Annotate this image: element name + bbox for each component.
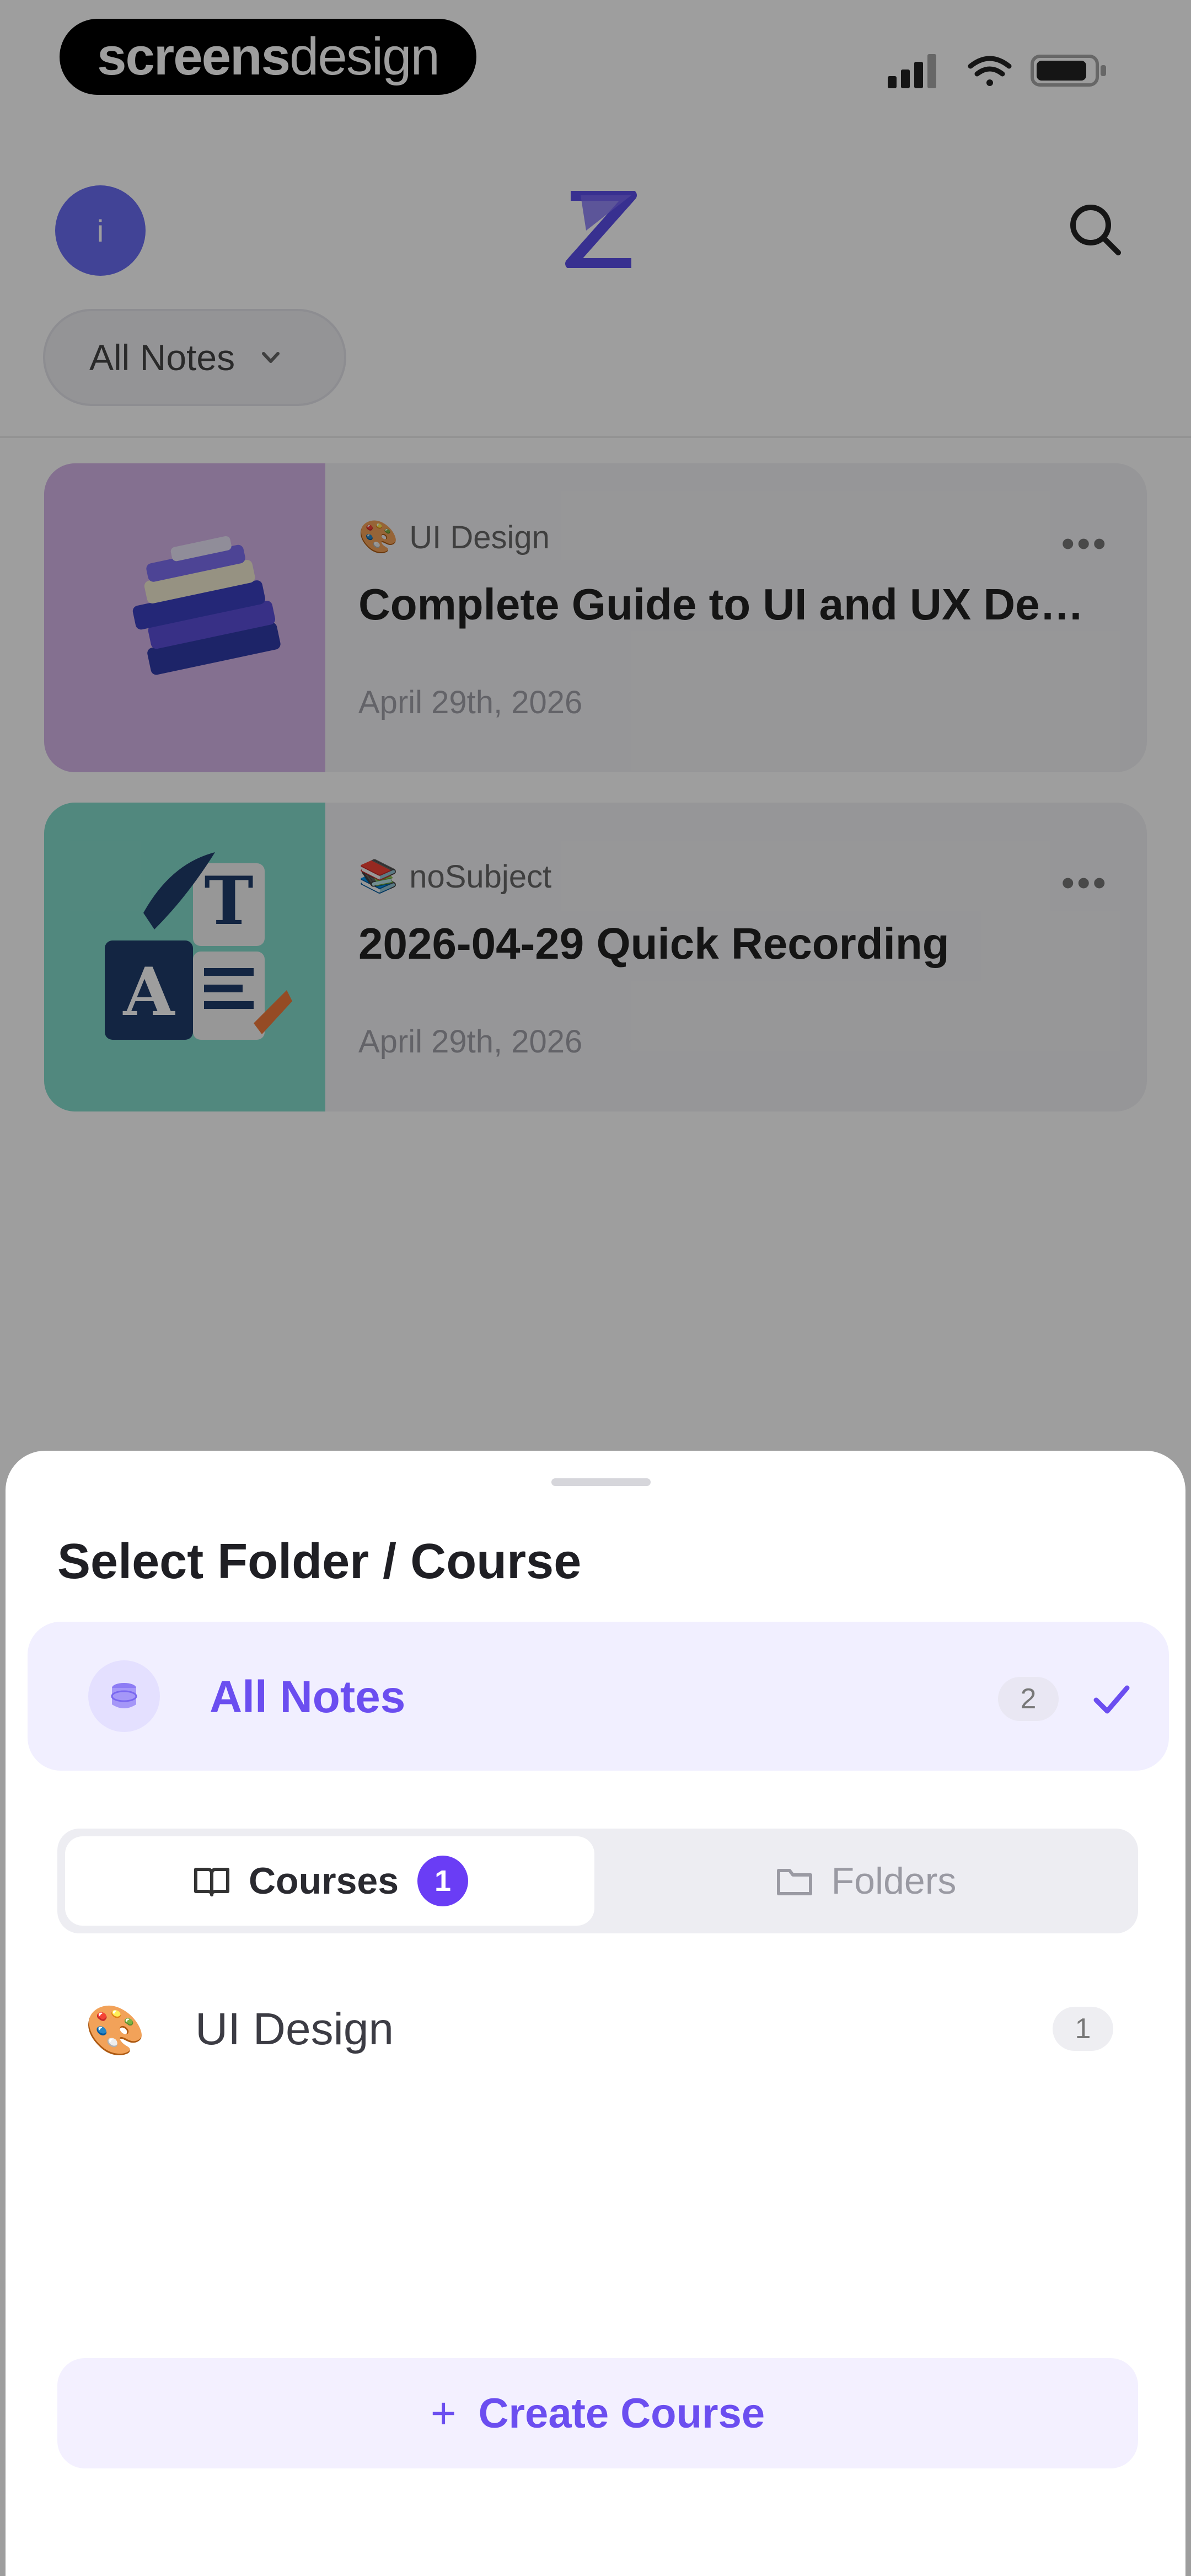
plus-icon: + [430, 2388, 457, 2438]
folder-icon [776, 1869, 812, 1895]
courses-folders-toggle: Courses 1 Folders [57, 1829, 1138, 1933]
all-notes-label: All Notes [210, 1672, 406, 1722]
all-notes-count: 2 [998, 1677, 1059, 1721]
create-course-button[interactable]: + Create Course [57, 2358, 1138, 2468]
all-notes-option[interactable]: All Notes 2 [28, 1622, 1169, 1771]
select-folder-sheet: Select Folder / Course All Notes 2 Cours… [6, 1451, 1185, 2576]
checkmark-icon [1093, 1685, 1130, 1714]
sheet-title: Select Folder / Course [57, 1534, 582, 1589]
create-course-label: Create Course [478, 2390, 765, 2437]
course-label: UI Design [195, 2004, 394, 2054]
course-count: 1 [1053, 2007, 1113, 2051]
sheet-grabber[interactable] [551, 1478, 651, 1486]
tab-courses[interactable]: Courses 1 [65, 1836, 594, 1926]
all-notes-icon [88, 1660, 160, 1732]
course-item[interactable]: 🎨 UI Design 1 [57, 1980, 1138, 2074]
courses-label: Courses [248, 1860, 399, 1902]
open-book-icon [194, 1868, 229, 1896]
course-emoji: 🎨 [85, 2003, 146, 2057]
folders-label: Folders [831, 1860, 957, 1902]
courses-count-badge: 1 [417, 1856, 469, 1906]
tab-folders[interactable]: Folders [600, 1836, 1130, 1926]
